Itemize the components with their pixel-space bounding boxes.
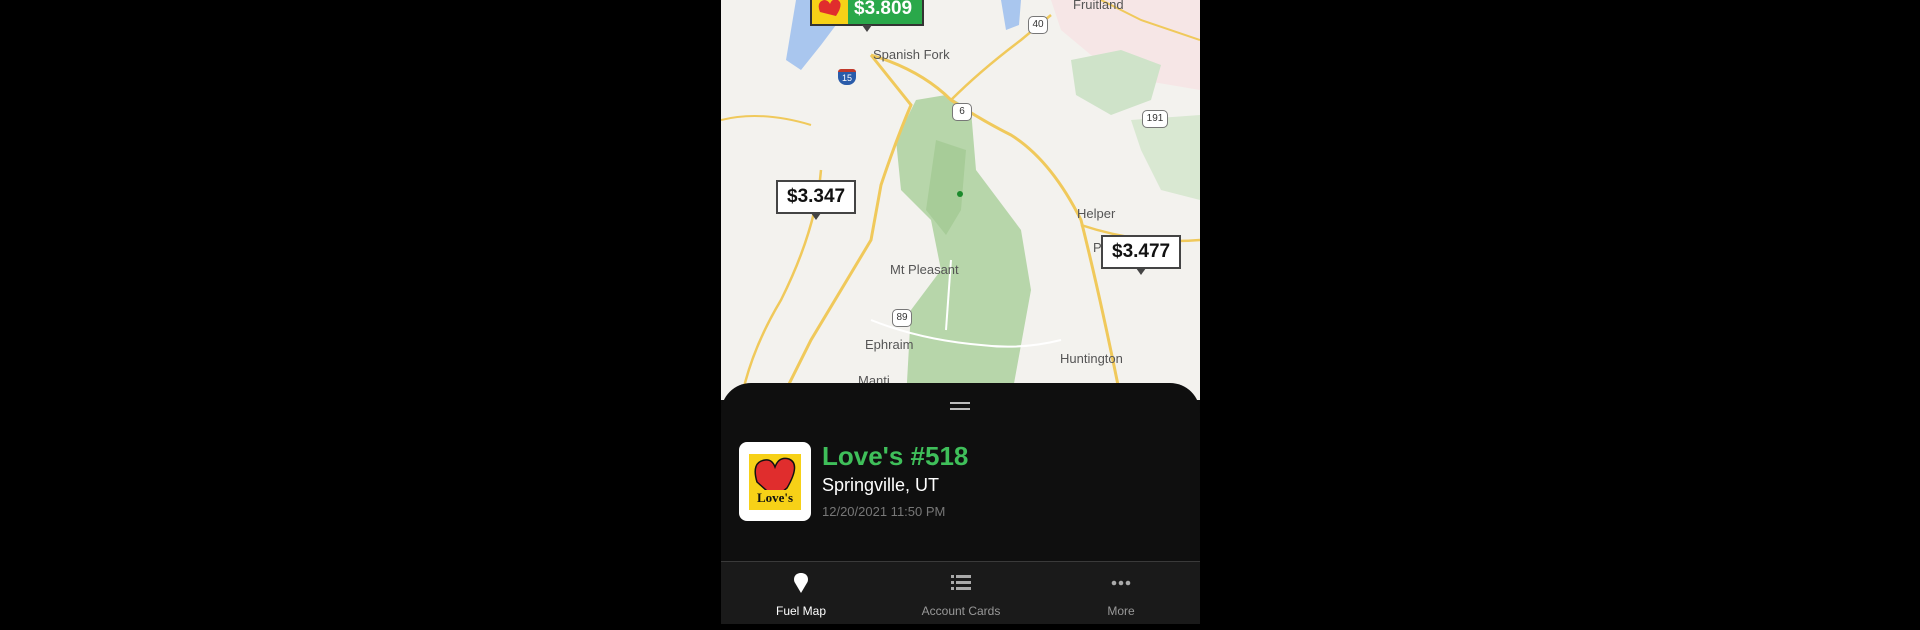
- price-marker-west[interactable]: $3.347: [776, 180, 857, 220]
- station-name: Love's #518: [822, 441, 969, 471]
- system-bottom-bar: [721, 624, 1200, 630]
- nav-account-cards-label: Account Cards: [921, 604, 1001, 618]
- route-191-shield: 191: [1142, 110, 1168, 128]
- station-detail-sheet: Love's Love's #518 Springville, UT 12/20…: [721, 383, 1200, 563]
- nav-fuel-map[interactable]: Fuel Map: [721, 562, 881, 625]
- route-40-shield: 40: [1028, 16, 1048, 34]
- drag-handle-icon[interactable]: [950, 402, 970, 410]
- price-marker-featured[interactable]: $3.809: [810, 0, 925, 32]
- map-pin-icon: [789, 572, 813, 593]
- nav-more-label: More: [1107, 604, 1135, 618]
- more-dots-icon: [1109, 572, 1133, 592]
- town-mt-pleasant: Mt Pleasant: [890, 262, 959, 277]
- station-timestamp: 12/20/2021 11:50 PM: [822, 504, 946, 519]
- loves-logo: Love's: [739, 442, 811, 521]
- route-6-shield: 6: [952, 103, 972, 121]
- town-ephraim: Ephraim: [865, 337, 914, 352]
- nav-more[interactable]: More: [1041, 562, 1200, 625]
- route-i15-shield: 15: [838, 69, 856, 85]
- nav-fuel-map-label: Fuel Map: [775, 604, 827, 618]
- list-icon: [949, 572, 973, 592]
- town-helper: Helper: [1077, 206, 1116, 221]
- fuel-map[interactable]: Spanish Fork Mt Pleasant Ephraim Manti H…: [721, 0, 1200, 400]
- station-location: Springville, UT: [822, 475, 940, 495]
- price-east-text: $3.477: [1112, 241, 1171, 262]
- town-huntington: Huntington: [1060, 351, 1123, 366]
- loves-mini-logo-icon: [812, 0, 848, 24]
- loves-logo-icon: Love's: [749, 454, 801, 510]
- town-spanish-fork: Spanish Fork: [873, 47, 950, 62]
- price-featured-text: $3.809: [854, 0, 913, 19]
- price-west-text: $3.347: [787, 186, 846, 207]
- price-marker-east[interactable]: $3.477: [1101, 235, 1182, 275]
- route-89-shield: 89: [892, 309, 912, 327]
- nav-account-cards[interactable]: Account Cards: [881, 562, 1041, 625]
- phone-screen: Spanish Fork Mt Pleasant Ephraim Manti H…: [721, 0, 1200, 630]
- bottom-nav: Fuel Map Account Cards More: [721, 561, 1200, 625]
- svg-text:Love's: Love's: [757, 490, 793, 505]
- town-fruitland: Fruitland: [1073, 0, 1124, 12]
